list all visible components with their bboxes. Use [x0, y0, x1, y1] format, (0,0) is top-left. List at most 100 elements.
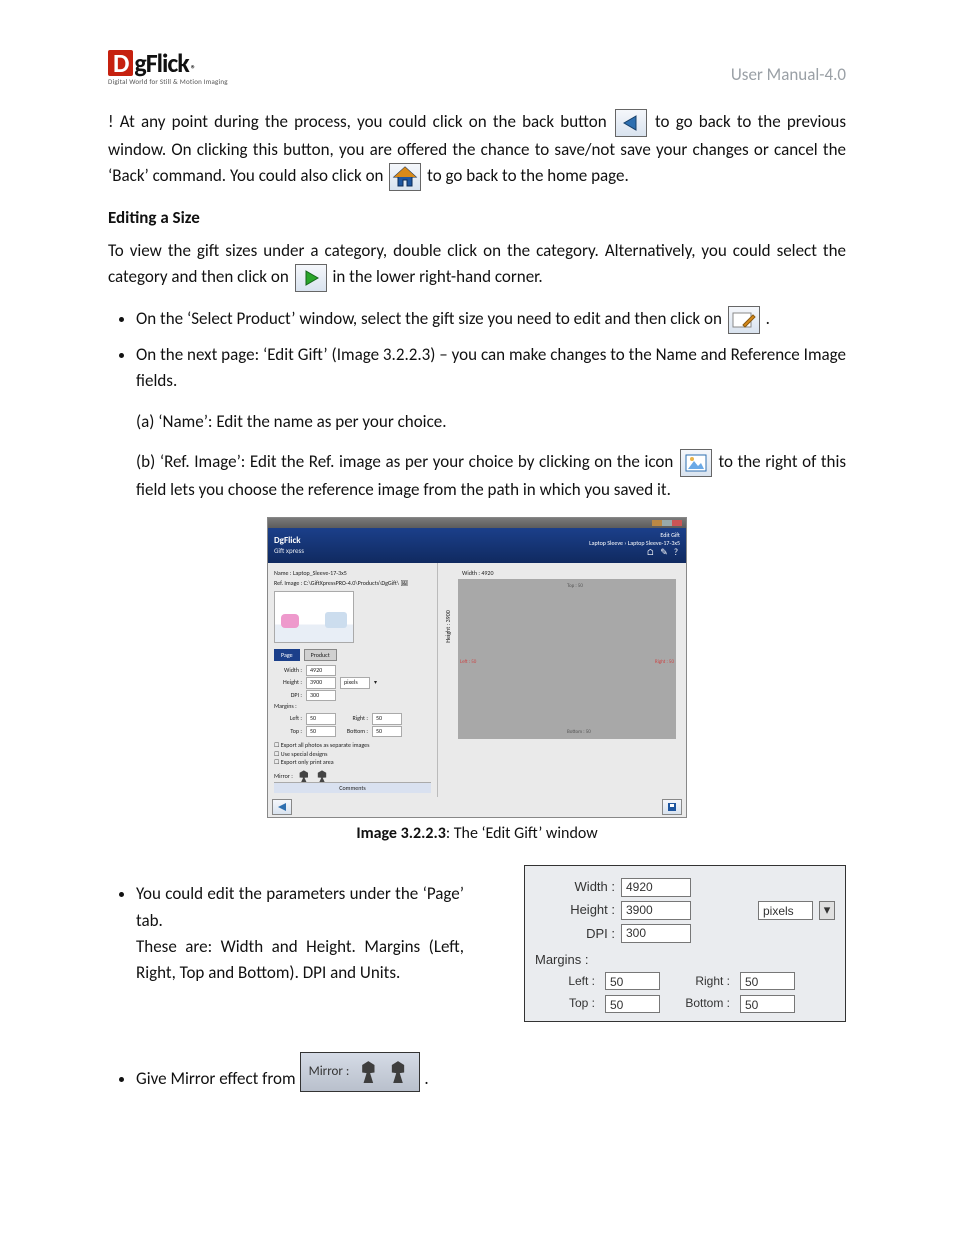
- logo: D gFlick ® Digital World for Still & Mot…: [108, 50, 228, 85]
- pt-top-label: Top :: [535, 994, 595, 1013]
- mirror-label-small: Mirror :: [274, 772, 293, 780]
- toolbar-icons: ⌂ ✎ ?: [589, 548, 680, 559]
- pt-width-value[interactable]: 4920: [621, 878, 691, 897]
- chk2-label: Use special designs: [281, 750, 328, 758]
- pt-margins-grid: Left : 50 Right : 50 Top : 50 Bottom : 5…: [535, 972, 835, 1013]
- bullet-list-2: You could edit the parameters under the …: [108, 873, 464, 994]
- intro-p1: ! At any point during the process, you c…: [108, 109, 846, 191]
- intro-p1-pre: ! At any point during the process, you c…: [108, 111, 613, 132]
- guide-right: Right : 50: [655, 659, 674, 665]
- unit-dd[interactable]: pixels: [340, 677, 370, 689]
- body-text: ! At any point during the process, you c…: [108, 109, 846, 503]
- app-brand: DgFlick Gift xpress: [274, 535, 304, 555]
- comments-bar[interactable]: Comments: [274, 782, 431, 793]
- app-toolbar: DgFlick Gift xpress Edit Gift Laptop Sle…: [268, 528, 686, 562]
- toolbar-right: Edit Gift Laptop Sleeve › Laptop Sleeve-…: [589, 532, 680, 558]
- chk3-label: Export only print area: [281, 758, 334, 766]
- left-lbl: Left :: [274, 714, 302, 724]
- pt-width-label: Width :: [535, 877, 615, 897]
- egw-body: Name : Laptop_Sleeve-17-3x5 Ref. Image :…: [268, 563, 686, 798]
- ref-image-field: Ref. Image : C:\GiftXpressPRO-4.0\Produc…: [274, 579, 431, 587]
- ref-value: C:\GiftXpressPRO-4.0\Products\DgGift\: [304, 579, 399, 587]
- right-lbl: Right :: [340, 714, 368, 724]
- silhouette-right-icon[interactable]: [387, 1061, 409, 1083]
- egw-right-panel: Width : 4920 Height : 3900 Top : 50 Bott…: [438, 563, 686, 798]
- edit-gift-window: DgFlick Gift xpress Edit Gift Laptop Sle…: [267, 517, 687, 818]
- pt-height-label: Height :: [535, 900, 615, 920]
- preview-canvas: Width : 4920 Height : 3900 Top : 50 Bott…: [458, 579, 676, 739]
- pt-dpi-label: DPI :: [535, 924, 615, 944]
- chk1-label: Export all photos as separate images: [281, 741, 370, 749]
- bullet-mirror: Give Mirror effect from Mirror : .: [136, 1052, 846, 1092]
- pt-right-value[interactable]: 50: [740, 972, 795, 990]
- egw-left-panel: Name : Laptop_Sleeve-17-3x5 Ref. Image :…: [268, 563, 438, 798]
- silhouette-left-icon[interactable]: [357, 1061, 379, 1083]
- bullet-edit-gift: On the next page: ‘Edit Gift’ (Image 3.2…: [136, 342, 846, 395]
- name-value: Laptop_Sleeve-17-3x5: [293, 569, 347, 577]
- ref-label: Ref. Image :: [274, 579, 302, 587]
- b1-pre: On the ‘Select Product’ window, select t…: [136, 308, 726, 329]
- caption-bold: Image 3.2.2.3: [356, 824, 446, 843]
- pt-height-value[interactable]: 3900: [621, 901, 691, 920]
- chk-export-photos[interactable]: ☐ Export all photos as separate images: [274, 741, 431, 749]
- bullet-page-tab: You could edit the parameters under the …: [136, 881, 464, 986]
- chk-export-print-area[interactable]: ☐ Export only print area: [274, 758, 431, 766]
- guide-top: Top : 50: [567, 583, 583, 589]
- axis-width: Width : 4920: [462, 569, 494, 577]
- pt-dpi-value[interactable]: 300: [621, 924, 691, 943]
- edit-p2: To view the gift sizes under a category,…: [108, 238, 846, 292]
- mirror-widget-label: Mirror :: [309, 1062, 350, 1082]
- w-lbl: Width :: [274, 666, 302, 676]
- browse-icon[interactable]: 🖼: [400, 579, 408, 587]
- browse-image-icon: [680, 449, 712, 477]
- w-val[interactable]: 4920: [306, 665, 336, 677]
- margins-lbl: Margins :: [274, 702, 297, 712]
- section-title: Editing a Size: [108, 205, 846, 231]
- tab-product[interactable]: Product: [304, 649, 337, 661]
- pt-margins-label: Margins :: [535, 950, 835, 970]
- logo-main: D gFlick ®: [108, 50, 228, 76]
- dpi-val[interactable]: 300: [306, 690, 336, 702]
- back-button[interactable]: [272, 799, 292, 815]
- h-lbl: Height :: [274, 678, 302, 688]
- chevron-down-icon[interactable]: ▾: [819, 901, 835, 920]
- back-arrow-icon: [615, 109, 647, 137]
- pt-top-value[interactable]: 50: [605, 995, 660, 1013]
- chevron-down-icon[interactable]: ▾: [374, 678, 377, 688]
- silhouette-icon[interactable]: [297, 770, 311, 782]
- pt-bottom-value[interactable]: 50: [740, 995, 795, 1013]
- page-tab-section: You could edit the parameters under the …: [108, 865, 846, 1022]
- bot-val[interactable]: 50: [372, 726, 402, 738]
- document-page: D gFlick ® Digital World for Still & Mot…: [0, 0, 954, 1235]
- save-button[interactable]: [662, 799, 682, 815]
- bullet-list-1: On the ‘Select Product’ window, select t…: [108, 306, 846, 395]
- logo-tagline: Digital World for Still & Motion Imaging: [108, 78, 228, 85]
- page-tab-text-1: You could edit the parameters under the …: [136, 883, 464, 930]
- page-params: Width :4920 Height :3900pixels▾ DPI :300…: [274, 665, 431, 738]
- top-val[interactable]: 50: [306, 726, 336, 738]
- tabs: Page Product: [274, 649, 431, 661]
- pt-left-value[interactable]: 50: [605, 972, 660, 990]
- tab-page[interactable]: Page: [274, 649, 300, 661]
- page-tab-text-2: These are: Width and Height. Margins (Le…: [136, 936, 464, 983]
- bullet-list-3: Give Mirror effect from Mirror : .: [108, 1052, 846, 1092]
- window-controls-icon: [652, 520, 682, 526]
- edit-pencil-icon: [728, 306, 760, 334]
- logo-d: D: [108, 50, 133, 76]
- toolbar-sub: Gift xpress: [274, 546, 304, 555]
- toolbar-brand: DgFlick: [274, 535, 304, 546]
- breadcrumb: Laptop Sleeve › Laptop Sleeve-17-3x5: [589, 540, 680, 547]
- edit-p2-post: in the lower right-hand corner.: [332, 266, 542, 287]
- left-val[interactable]: 50: [306, 713, 336, 725]
- right-val[interactable]: 50: [372, 713, 402, 725]
- figure-caption: Image 3.2.2.3: The ‘Edit Gift’ window: [108, 824, 846, 843]
- pt-unit-select[interactable]: pixels: [758, 901, 813, 920]
- mirror-widget: Mirror :: [300, 1052, 421, 1092]
- page-header: D gFlick ® Digital World for Still & Mot…: [108, 50, 846, 85]
- chk-special-designs[interactable]: ☐ Use special designs: [274, 750, 431, 758]
- egw-bottom-nav: [268, 797, 686, 817]
- h-val[interactable]: 3900: [306, 677, 336, 689]
- pt-left-label: Left :: [535, 972, 595, 991]
- silhouette-flip-icon[interactable]: [315, 770, 329, 782]
- sub-b: (b) ‘Ref. Image’: Edit the Ref. image as…: [108, 449, 846, 503]
